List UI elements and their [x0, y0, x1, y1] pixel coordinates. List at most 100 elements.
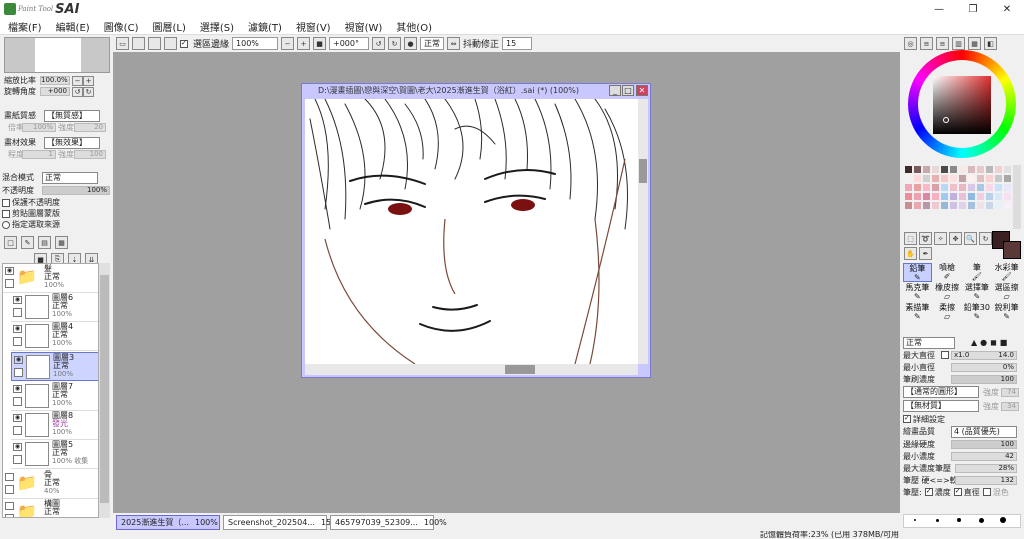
clip-mask-checkbox[interactable]	[2, 209, 10, 218]
eye-icon[interactable]: ◉	[13, 296, 22, 304]
paper-scale-slider[interactable]: 100%	[22, 123, 56, 132]
menu-filter[interactable]: 濾鏡(T)	[248, 19, 282, 34]
background-color[interactable]	[1003, 241, 1021, 259]
swatch[interactable]	[922, 192, 931, 201]
opacity-slider[interactable]: 100%	[42, 186, 110, 195]
doc-minimize-button[interactable]: _	[609, 85, 621, 96]
swatch[interactable]	[949, 174, 958, 183]
swatch[interactable]	[994, 201, 1003, 210]
swatch[interactable]	[967, 165, 976, 174]
new-layer-icon[interactable]: □	[4, 236, 17, 249]
tool-airbrush[interactable]: 噴槍 ✐	[933, 263, 962, 282]
magic-wand-icon[interactable]: ✧	[934, 232, 947, 245]
menu-layer[interactable]: 圖層(L)	[152, 19, 185, 34]
pressure-size-checkbox[interactable]	[953, 488, 962, 496]
blend-select[interactable]: 正常	[420, 37, 445, 50]
swatch[interactable]	[958, 174, 967, 183]
swatch[interactable]	[967, 192, 976, 201]
lock-box[interactable]	[13, 455, 22, 464]
swatch[interactable]	[976, 165, 985, 174]
gradient-icon[interactable]: ▥	[952, 37, 965, 50]
swatch[interactable]	[1003, 201, 1012, 210]
effect-strength-slider[interactable]: 100	[74, 150, 106, 159]
menu-window[interactable]: 視窗(W)	[345, 19, 383, 34]
eye-icon[interactable]: ◉	[14, 356, 23, 364]
deselect-button[interactable]	[132, 37, 145, 50]
swatch[interactable]	[994, 183, 1003, 192]
swatch[interactable]	[940, 165, 949, 174]
min-size-slider[interactable]: 0%	[951, 362, 1017, 372]
maximize-button[interactable]: ❐	[956, 0, 990, 18]
rgb-slider-icon[interactable]: ≡	[920, 37, 933, 50]
swatch[interactable]	[940, 192, 949, 201]
tool-eraser[interactable]: 橡皮擦 ▱	[933, 283, 962, 302]
rotate-right-button[interactable]: ↻	[388, 37, 402, 50]
tool-soft-eraser[interactable]: 柔擦 ▱	[933, 303, 962, 322]
select-none-button[interactable]: ▭	[116, 37, 129, 50]
swatch[interactable]	[976, 192, 985, 201]
pressure-density-checkbox[interactable]	[924, 488, 933, 496]
swatch[interactable]	[940, 183, 949, 192]
swatch[interactable]	[976, 201, 985, 210]
zoom-minus-button[interactable]: −	[72, 75, 83, 86]
menu-other[interactable]: 其他(O)	[396, 19, 432, 34]
lasso-icon[interactable]: ➰	[919, 232, 932, 245]
stabilizer-select[interactable]: 15	[502, 37, 533, 50]
swatches-icon[interactable]: ▦	[968, 37, 981, 50]
swatch[interactable]	[940, 174, 949, 183]
invert-selection-button[interactable]	[148, 37, 161, 50]
swatch[interactable]	[985, 174, 994, 183]
hand-icon[interactable]: ✋	[904, 247, 917, 260]
eye-icon[interactable]: ◉	[13, 385, 22, 393]
doc-tab[interactable]: Screenshot_202504...150%	[223, 514, 344, 530]
zoom-out-button[interactable]: −	[281, 37, 295, 50]
new-folder-icon[interactable]: ▤	[38, 236, 51, 249]
zoom-in-button[interactable]: +	[297, 37, 311, 50]
swatch[interactable]	[958, 192, 967, 201]
doc-tab[interactable]: 2025漸進生賀（... 100%	[116, 514, 220, 530]
doc-horizontal-scrollbar[interactable]	[305, 364, 638, 375]
effect-width-slider[interactable]: 1	[22, 150, 56, 159]
swatch[interactable]	[931, 201, 940, 210]
layer-item[interactable]: ◉ 圖層5 正常 100% 收集	[11, 440, 98, 469]
layer-scrollbar[interactable]	[99, 263, 110, 518]
swatch[interactable]	[1003, 174, 1012, 183]
menu-view[interactable]: 視窗(V)	[296, 19, 331, 34]
tool-watercolor[interactable]: 水彩筆 🖌	[992, 263, 1021, 282]
swatch[interactable]	[994, 192, 1003, 201]
doc-tab[interactable]: 465797039_52309... 100%	[330, 514, 447, 530]
select-rect-icon[interactable]: ⬚	[904, 232, 917, 245]
layer-item[interactable]: ◉ 📁 髮 正常 100%	[3, 264, 98, 293]
layer-item-active[interactable]: ◉ 圖層3 正常 100%	[11, 352, 98, 381]
swatch[interactable]	[931, 174, 940, 183]
size-preset-3[interactable]	[948, 515, 970, 525]
menu-select[interactable]: 選擇(S)	[200, 19, 234, 34]
paper-strength-slider[interactable]: 20	[74, 123, 106, 132]
shape-flat-icon[interactable]: ◼	[990, 338, 997, 347]
swatch[interactable]	[958, 201, 967, 210]
source-radio[interactable]	[2, 220, 10, 229]
tool-pencil[interactable]: 鉛筆 ✎	[903, 263, 932, 282]
shape-round-icon[interactable]: ●	[980, 338, 987, 347]
swatch[interactable]	[985, 201, 994, 210]
rotate-cw-icon[interactable]: ↻	[83, 86, 94, 97]
texture-strength-slider[interactable]: 34	[1001, 401, 1019, 411]
pressure-blend-checkbox[interactable]	[982, 488, 991, 496]
doc-vertical-scrollbar[interactable]	[638, 99, 648, 364]
swatch[interactable]	[976, 183, 985, 192]
doc-maximize-button[interactable]: □	[622, 85, 634, 96]
blend-mode-select[interactable]: 正常	[42, 171, 98, 184]
tool-sharp-pen[interactable]: 銳利筆 ✎	[992, 303, 1021, 322]
hsv-slider-icon[interactable]: ≡	[936, 37, 949, 50]
swatch[interactable]	[913, 192, 922, 201]
protect-opacity-checkbox[interactable]	[2, 198, 10, 207]
swatch[interactable]	[1003, 165, 1012, 174]
menu-image[interactable]: 圖像(C)	[104, 19, 139, 34]
swatch[interactable]	[958, 183, 967, 192]
tool-select-pen[interactable]: 選擇筆 ✎	[963, 283, 992, 302]
layer-item[interactable]: 📁 骨 正常 40%	[3, 470, 98, 499]
zoom-plus-button[interactable]: +	[83, 75, 94, 86]
document-window[interactable]: D:\漫畫插圖\戀與深空\賀圖\老大\2025漸進生賀（浴紅）.sai (*) …	[301, 83, 651, 378]
rotate-reset-button[interactable]: ●	[404, 37, 418, 50]
swatch[interactable]	[958, 165, 967, 174]
